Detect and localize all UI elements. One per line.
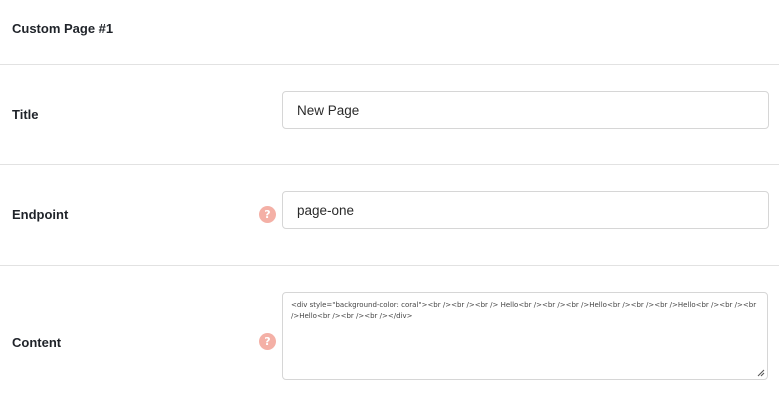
- custom-page-form: Custom Page #1 Title Endpoint ? Content …: [0, 0, 779, 413]
- divider: [0, 64, 779, 65]
- page-title: Custom Page #1: [12, 21, 114, 36]
- title-input[interactable]: [282, 91, 769, 129]
- help-icon[interactable]: ?: [259, 206, 276, 223]
- content-textarea-value: <div style="background-color: coral"><br…: [291, 301, 757, 320]
- endpoint-label: Endpoint: [12, 207, 69, 222]
- content-label: Content: [12, 335, 62, 350]
- divider: [0, 164, 779, 165]
- title-label: Title: [12, 107, 39, 122]
- resize-handle-icon[interactable]: [757, 369, 765, 377]
- endpoint-input[interactable]: [282, 191, 769, 229]
- content-textarea[interactable]: <div style="background-color: coral"><br…: [282, 292, 768, 380]
- divider: [0, 265, 779, 266]
- help-icon[interactable]: ?: [259, 333, 276, 350]
